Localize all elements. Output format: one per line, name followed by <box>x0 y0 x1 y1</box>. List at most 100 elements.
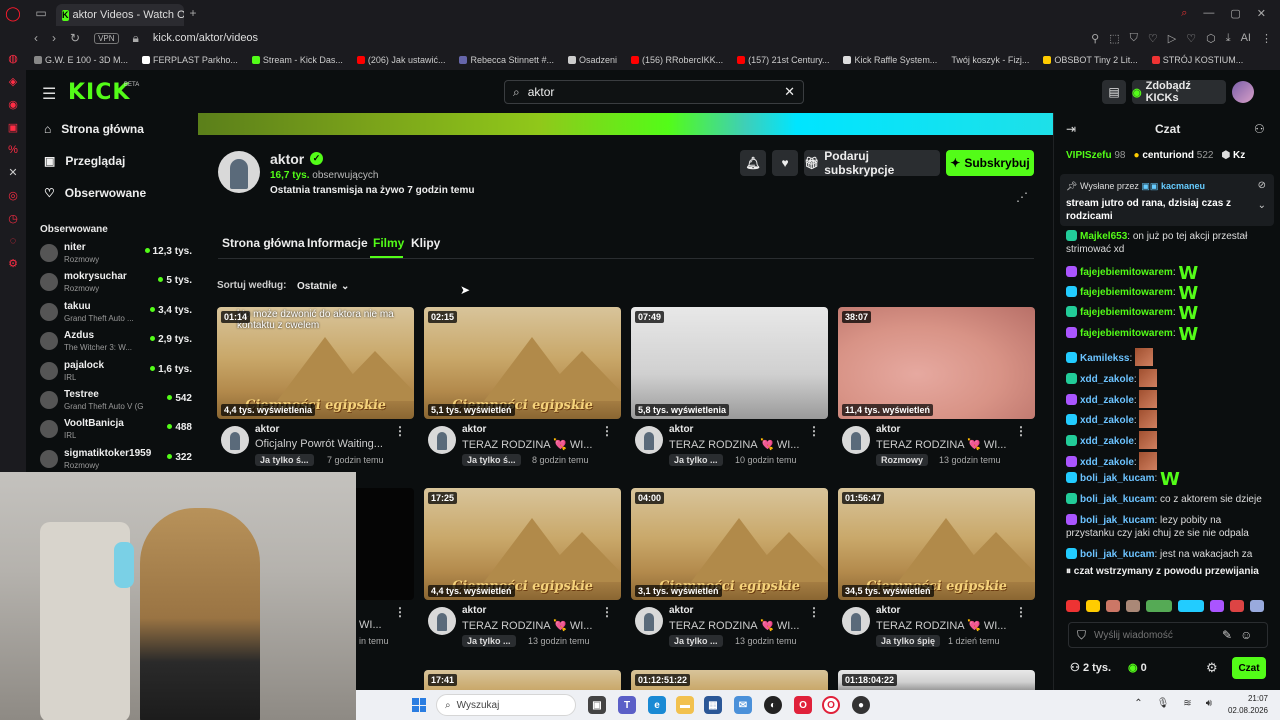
get-kicks-button[interactable]: ◉ Zdobądź KICKs <box>1132 80 1226 104</box>
instagram-icon[interactable]: ▣ <box>8 121 18 134</box>
tab-videos[interactable]: Filmy <box>373 236 404 250</box>
chat-message[interactable]: xdd_zakole: <box>1066 431 1271 449</box>
chat-username[interactable]: xdd_zakole <box>1080 457 1134 468</box>
video-thumbnail[interactable]: 01:18:04:22 <box>838 670 1035 690</box>
browser-tab-active[interactable]: K aktor Videos - Watch On-De ✕ <box>56 4 184 26</box>
chat-send-button[interactable]: Czat <box>1232 657 1266 679</box>
shield-icon[interactable]: ⛉ <box>1130 32 1138 45</box>
minimize-icon[interactable]: — <box>1203 7 1214 20</box>
bookmark-item[interactable]: OBSBOT Tiny 2 Lit... <box>1043 55 1138 65</box>
video-channel-avatar[interactable] <box>221 426 249 454</box>
chat-message[interactable]: fajejebiemitowarem: W <box>1066 326 1271 344</box>
video-title[interactable]: TERAZ RODZINA 💘 WI... <box>462 438 602 451</box>
maximize-icon[interactable]: ▢ <box>1230 7 1240 20</box>
volume-icon[interactable]: 🔊︎ <box>1206 698 1212 709</box>
emote-picker-icon[interactable]: ✎ <box>1222 628 1232 642</box>
emote-icon[interactable] <box>1106 600 1120 612</box>
video-channel-avatar[interactable] <box>842 607 870 635</box>
chat-username[interactable]: xdd_zakole <box>1080 374 1134 385</box>
gifter-item[interactable]: VIPISzefu 98 <box>1066 150 1125 161</box>
video-category-tag[interactable]: Ja tylko ś... <box>255 454 314 466</box>
nav-following[interactable]: ♡ Obserwowane <box>44 186 146 200</box>
settings-icon[interactable]: ⚙ <box>8 257 18 270</box>
video-category-tag[interactable]: Rozmowy <box>876 454 929 466</box>
followed-channel[interactable]: VooltBanicja IRL 488 <box>40 418 192 446</box>
video-thumbnail[interactable]: Ciemności egipskie 17:25 4,4 tys. wyświe… <box>424 488 621 600</box>
nav-home[interactable]: ⌂ Strona główna <box>44 122 144 136</box>
video-category-tag[interactable]: Ja tylko ... <box>669 635 723 647</box>
chat-message[interactable]: fajejebiemitowarem: W <box>1066 265 1271 283</box>
chat-username[interactable]: Kamilekss <box>1080 353 1129 364</box>
more-options-icon[interactable]: ⋮ <box>601 424 613 438</box>
forward-icon[interactable]: › <box>52 31 56 45</box>
favorite-icon[interactable]: ♡ <box>1186 32 1196 45</box>
video-channel-avatar[interactable] <box>842 426 870 454</box>
chat-message[interactable]: boli_jak_kucam: lezy pobity na przystank… <box>1066 514 1271 540</box>
chevron-up-icon[interactable]: ⌃ <box>1134 698 1142 709</box>
channel-avatar[interactable] <box>218 151 260 193</box>
bookmark-item[interactable]: Kick Raffle System... <box>843 55 937 65</box>
bookmark-item[interactable]: (206) Jak ustawić... <box>356 55 445 65</box>
video-title[interactable]: TERAZ RODZINA 💘 WI... <box>669 438 809 451</box>
chat-users-icon[interactable]: ⚇ <box>1254 122 1265 136</box>
more-options-icon[interactable]: ⋮ <box>1015 605 1027 619</box>
notifications-button[interactable]: 🔔︎ <box>740 150 766 176</box>
unpin-icon[interactable]: ⊘ <box>1258 180 1266 191</box>
reload-icon[interactable]: ↻ <box>70 31 80 45</box>
more-options-icon[interactable]: ⋮ <box>808 424 820 438</box>
more-options-icon[interactable]: ⋮ <box>1015 424 1027 438</box>
video-thumbnail[interactable]: 07:49 5,8 tys. wyświetlenia <box>631 307 828 419</box>
snapshot-icon[interactable]: ⬚ <box>1109 32 1119 45</box>
player-icon[interactable]: ◎ <box>8 189 18 202</box>
obs-icon[interactable]: ◐ <box>764 696 782 714</box>
video-thumbnail[interactable]: Ciemności egipskie kto może dzwonić do a… <box>217 307 414 419</box>
video-title[interactable]: TERAZ RODZINA 💘 WI... <box>462 619 602 632</box>
followed-channel[interactable]: niter Rozmowy 12,3 tys. <box>40 242 192 270</box>
chat-username[interactable]: fajejebiemitowarem <box>1080 307 1173 318</box>
menu-icon[interactable]: ⋮ <box>1261 32 1272 45</box>
followed-channel[interactable]: mokrysuchar Rozmowy 5 tys. <box>40 271 192 299</box>
more-options-icon[interactable]: ⋮ <box>394 605 406 619</box>
tab-about[interactable]: Informacje <box>307 236 368 250</box>
hamburger-menu-icon[interactable]: ☰ <box>42 84 56 104</box>
chat-message[interactable]: fajejebiemitowarem: W <box>1066 305 1271 323</box>
chat-username[interactable]: fajejebiemitowarem <box>1080 267 1173 278</box>
more-options-icon[interactable]: ⋮ <box>394 424 406 438</box>
followed-channel[interactable]: Testree Grand Theft Auto V (G... 542 <box>40 389 192 417</box>
pin-icon[interactable]: ⚲ <box>1091 32 1099 45</box>
clear-search-icon[interactable]: ✕ <box>784 84 795 100</box>
taskbar-clock[interactable]: 21:07 02.08.2026 <box>1228 693 1268 717</box>
video-category-tag[interactable]: Ja tylko ... <box>669 454 723 466</box>
wifi-icon[interactable]: ≋ <box>1183 698 1191 709</box>
bookmark-item[interactable]: FERPLAST Parkho... <box>142 55 238 65</box>
video-title[interactable]: TERAZ RODZINA 💘 WI... <box>669 619 809 632</box>
task-view-icon[interactable]: ▣ <box>588 696 606 714</box>
video-title[interactable]: WI... <box>359 619 409 631</box>
video-thumbnail[interactable]: Ciemności egipskie 02:15 5,1 tys. wyświe… <box>424 307 621 419</box>
extensions-icon[interactable]: ⬡ <box>1206 32 1216 45</box>
opera-gx-icon[interactable]: O <box>794 696 812 714</box>
chevron-down-icon[interactable]: ⌄ <box>1258 200 1266 211</box>
emote-icon[interactable] <box>1230 600 1244 612</box>
vpn-badge[interactable]: VPN <box>94 32 119 44</box>
kick-logo[interactable]: KICK <box>68 80 130 105</box>
followed-channel[interactable]: Azdus The Witcher 3: W... 2,9 tys. <box>40 330 192 358</box>
chat-paused-banner[interactable]: ⏸︎ czat wstrzymany z powodu przewijania <box>1066 566 1274 577</box>
back-icon[interactable]: ‹ <box>34 31 38 45</box>
video-title[interactable]: Oficjalny Powrót Waiting... <box>255 438 395 450</box>
bookmark-item[interactable]: (156) RRobercIKK... <box>631 55 723 65</box>
tab-menu-icon[interactable]: ▭ <box>26 6 56 20</box>
more-options-icon[interactable]: ⋮ <box>808 605 820 619</box>
emote-icon[interactable] <box>1146 600 1172 612</box>
heart-icon[interactable]: ♡ <box>1148 32 1158 45</box>
video-channel-name[interactable]: aktor <box>669 605 693 616</box>
video-channel-avatar[interactable] <box>428 426 456 454</box>
video-channel-name[interactable]: aktor <box>876 424 900 435</box>
video-thumbnail[interactable]: 01:12:51:22 <box>631 670 828 690</box>
messenger-icon[interactable]: ◉ <box>8 98 18 111</box>
steam-icon[interactable]: ● <box>852 696 870 714</box>
emote-icon[interactable] <box>1126 600 1140 612</box>
more-options-icon[interactable]: ⋮ <box>601 605 613 619</box>
chat-message-input[interactable] <box>1094 629 1215 641</box>
video-channel-avatar[interactable] <box>635 607 663 635</box>
